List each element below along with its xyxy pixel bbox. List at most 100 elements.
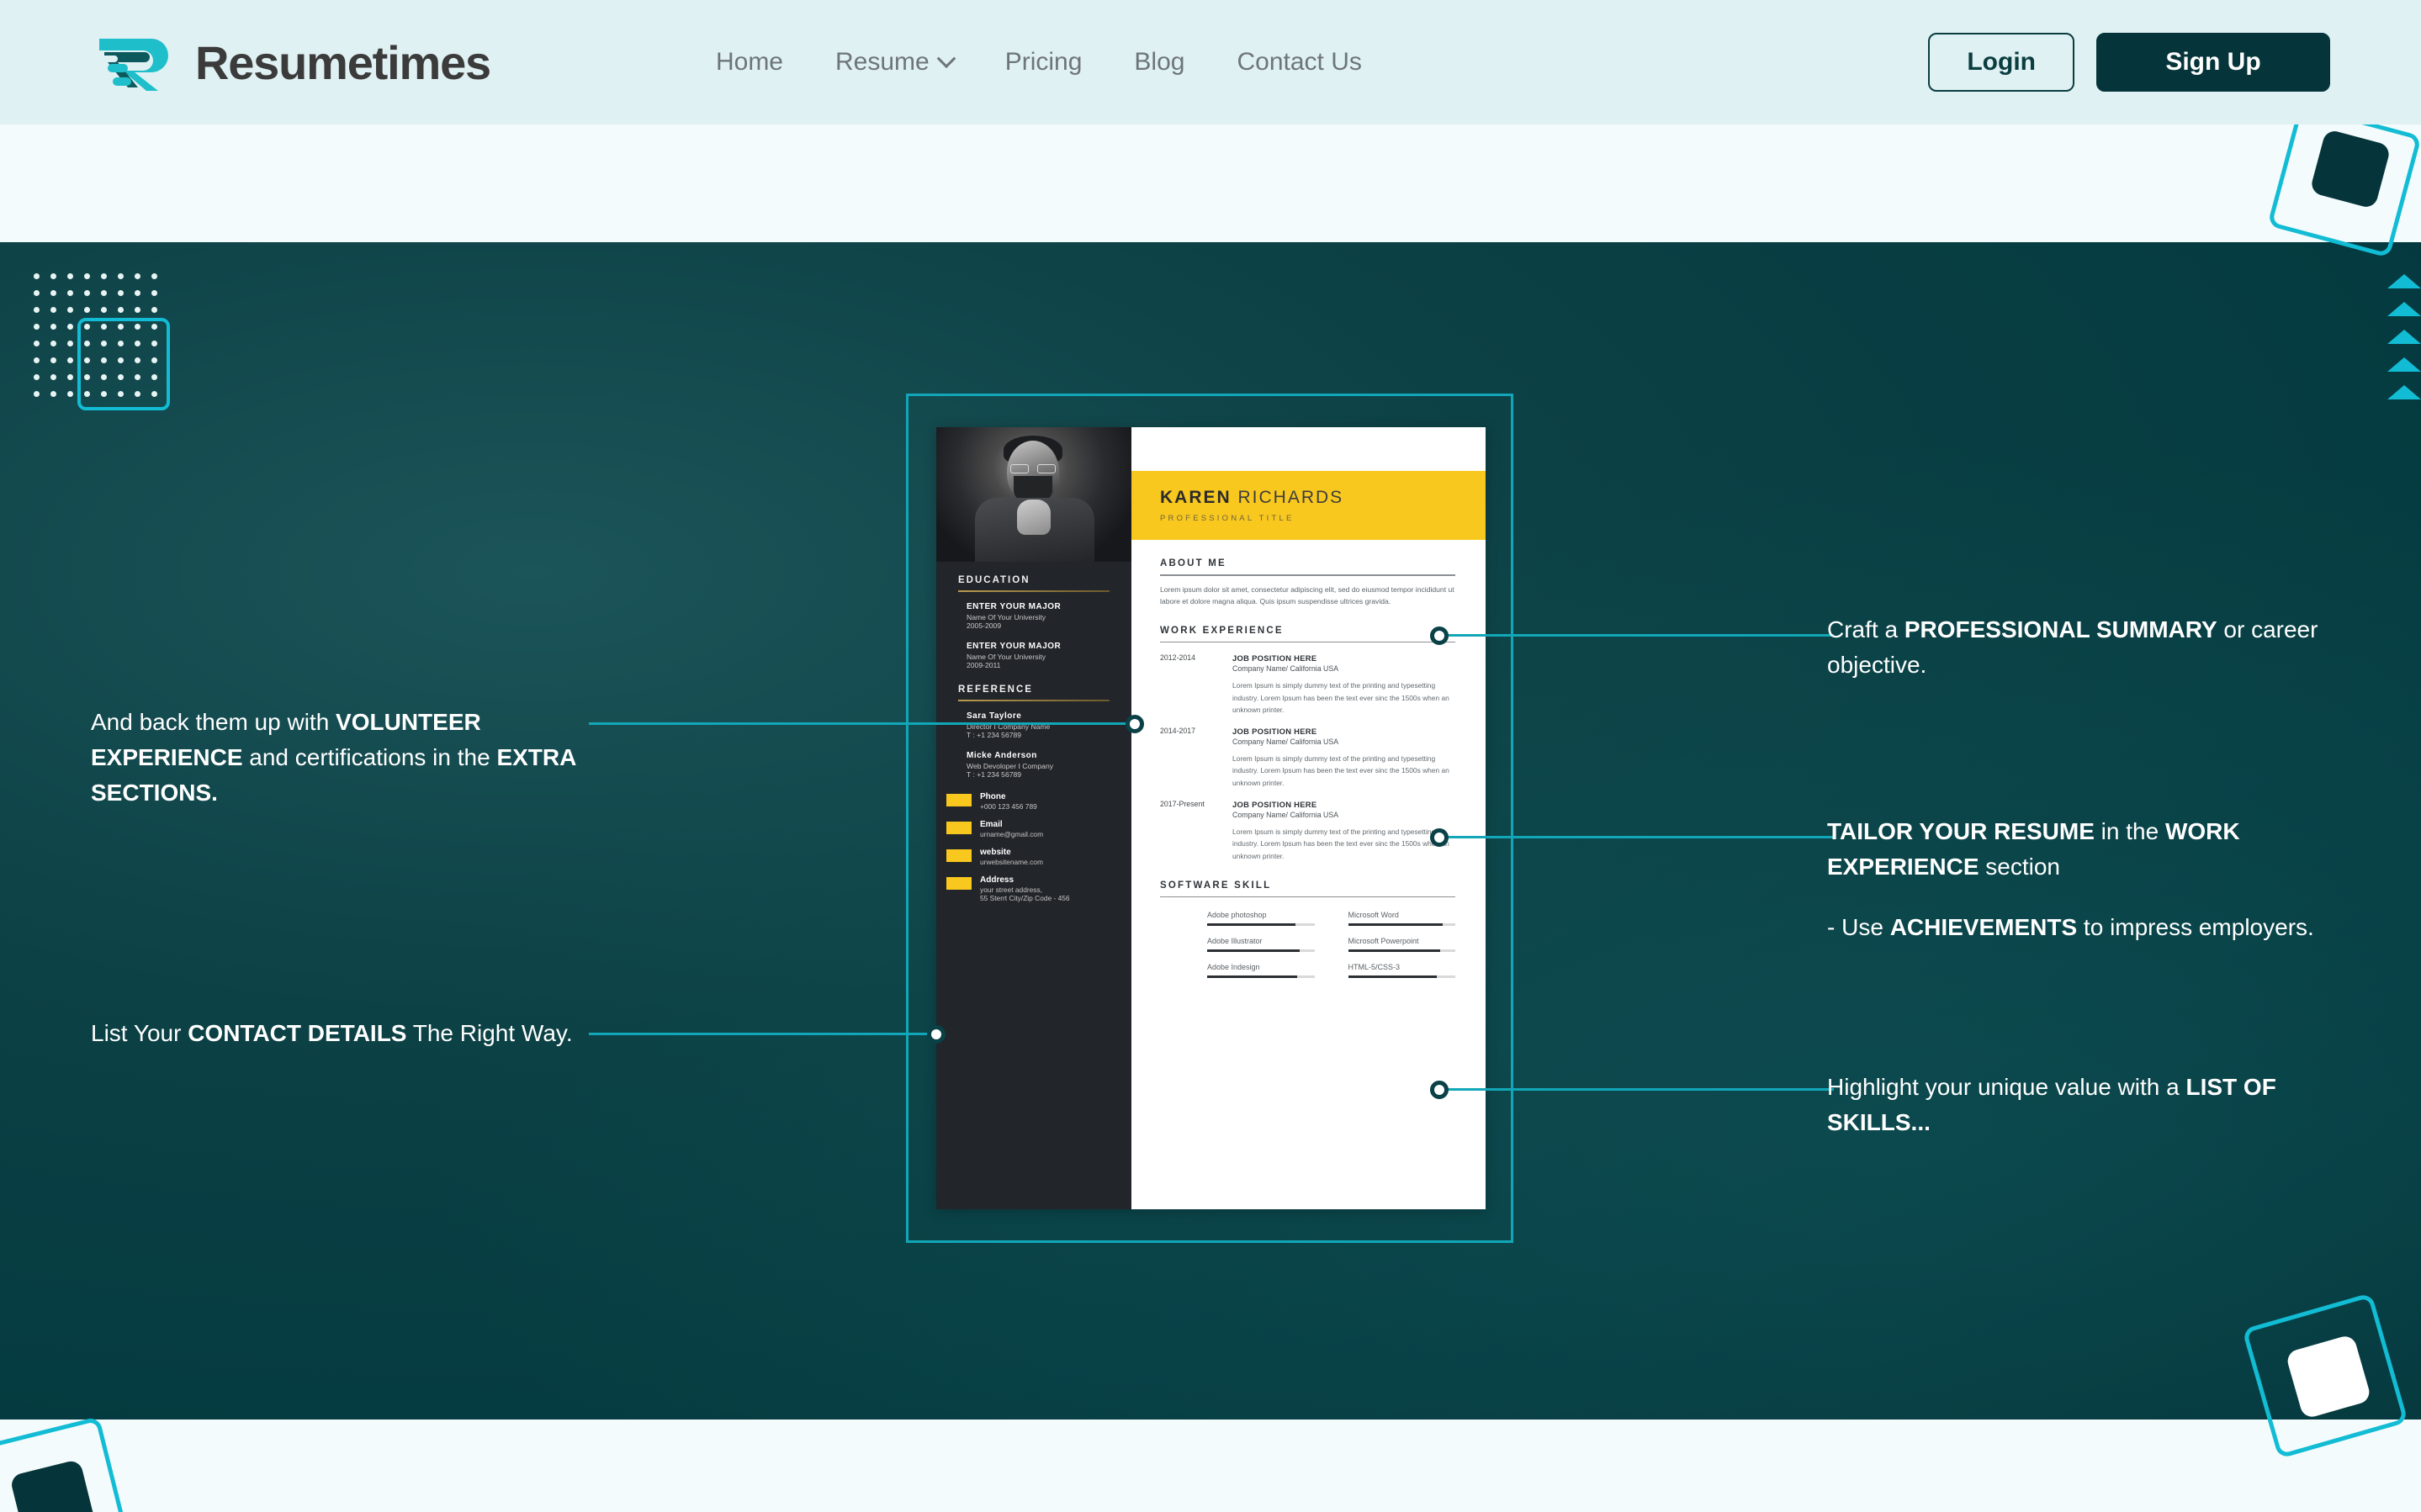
annotation-tailor-resume: TAILOR YOUR RESUME in the WORK EXPERIENC… <box>1827 814 2340 945</box>
nav-item-contact-us[interactable]: Contact Us <box>1237 48 1361 77</box>
work-experience-row: 2012-2014 JOB POSITION HERE Company Name… <box>1160 653 1455 716</box>
divider <box>1160 896 1455 898</box>
resume-professional-title: PROFESSIONAL TITLE <box>1160 514 1295 523</box>
annotation-text: And back them up with VOLUNTEER EXPERIEN… <box>91 709 576 806</box>
triangle-icon <box>2387 274 2421 288</box>
contact-list: Phone +000 123 456 789 Email urname@gmail.… <box>936 792 1131 902</box>
contact-row-email: Email urname@gmail.com <box>936 820 1131 838</box>
skill-bar <box>1348 923 1455 927</box>
resume-sidebar: EDUCATION ENTER YOUR MAJOR Name Of Your … <box>936 427 1131 1209</box>
education-entry: ENTER YOUR MAJOR Name Of Your University… <box>936 642 1131 669</box>
annotation-volunteer-experience: And back them up with VOLUNTEER EXPERIEN… <box>91 705 596 811</box>
skill-bar <box>1207 975 1315 979</box>
resumetimes-logo-icon <box>99 39 168 91</box>
site-header: Resumetimes Home Resume Pricing Blog Con… <box>0 0 2421 124</box>
page-footer-band <box>0 1419 2421 1512</box>
contact-value: urwebsitename.com <box>980 858 1043 866</box>
skill-bar <box>1348 949 1455 953</box>
contact-row-address: Address your street address, 55 Sterrt Ci… <box>936 875 1131 902</box>
contact-label: Phone <box>980 792 1006 801</box>
job-dates: 2017-Present <box>1160 800 1205 809</box>
skill-item: Adobe Illustrator <box>1207 937 1315 953</box>
nav-item-resume[interactable]: Resume <box>835 48 956 77</box>
nav-label: Blog <box>1134 48 1185 76</box>
resume-name: KAREN RICHARDS <box>1160 488 1486 508</box>
contact-row-website: website urwebsitename.com <box>936 848 1131 866</box>
resume-name-band: KAREN RICHARDS PROFESSIONAL TITLE <box>1131 471 1486 540</box>
triangle-icon <box>2387 330 2421 344</box>
annotation-text: TAILOR YOUR RESUME in the WORK EXPERIENC… <box>1827 818 2240 880</box>
connector-node <box>927 1025 946 1044</box>
education-major: ENTER YOUR MAJOR <box>967 602 1062 611</box>
contact-value: urname@gmail.com <box>980 830 1044 838</box>
annotation-text: Highlight your unique value with a LIST … <box>1827 1074 2276 1135</box>
logo[interactable]: Resumetimes <box>93 32 491 93</box>
work-experience-heading: WORK EXPERIENCE <box>1160 625 1284 636</box>
logo-text: Resumetimes <box>195 35 491 89</box>
resume-preview[interactable]: EDUCATION ENTER YOUR MAJOR Name Of Your … <box>936 427 1486 1209</box>
divider <box>958 590 1110 592</box>
nav-item-home[interactable]: Home <box>716 48 783 77</box>
skill-name: HTML-5/CSS-3 <box>1348 963 1401 972</box>
reference-heading: REFERENCE <box>958 685 1033 695</box>
contact-row-phone: Phone +000 123 456 789 <box>936 792 1131 811</box>
skill-item: Microsoft Powerpoint <box>1348 937 1455 953</box>
job-description: Lorem Ipsum is simply dummy text of the … <box>1232 681 1449 714</box>
education-major: ENTER YOUR MAJOR <box>967 642 1062 651</box>
triangle-icon <box>2387 302 2421 316</box>
skill-item: Adobe Indesign <box>1207 963 1315 979</box>
divider <box>1160 641 1455 643</box>
nav-label: Contact Us <box>1237 48 1362 76</box>
job-company: Company Name/ California USA <box>1232 737 1339 747</box>
connector-node <box>1430 1081 1449 1099</box>
reference-phone: T : +1 234 56789 <box>967 770 1022 779</box>
skill-item: HTML-5/CSS-3 <box>1348 963 1455 979</box>
skill-name: Microsoft Powerpoint <box>1348 937 1419 946</box>
nav-item-pricing[interactable]: Pricing <box>1005 48 1083 77</box>
skill-name: Adobe Illustrator <box>1207 937 1263 946</box>
resume-last-name: RICHARDS <box>1237 488 1344 507</box>
education-heading: EDUCATION <box>958 575 1030 585</box>
skill-column-left: Adobe photoshop Adobe Illustrator Adobe … <box>1207 911 1315 989</box>
header-underband <box>0 124 2421 242</box>
annotation-professional-summary: Craft a PROFESSIONAL SUMMARY or career o… <box>1827 612 2340 683</box>
about-me-heading: ABOUT ME <box>1160 558 1226 568</box>
connector-node <box>1430 626 1449 645</box>
skill-item: Adobe photoshop <box>1207 911 1315 927</box>
nav-label: Pricing <box>1004 48 1083 76</box>
education-years: 2005-2009 <box>967 621 1002 630</box>
skill-bar <box>1348 975 1455 979</box>
decor-square-bottom-right <box>2242 1293 2421 1477</box>
reference-name: Micke Anderson <box>967 751 1037 760</box>
education-school: Name Of Your University <box>967 613 1046 621</box>
login-button[interactable]: Login <box>1928 33 2074 92</box>
website-icon <box>946 849 972 862</box>
decor-square-bottom-left <box>0 1416 136 1512</box>
connector-node <box>1126 715 1144 733</box>
work-experience-row: 2017-Present JOB POSITION HERE Company N… <box>1160 800 1455 862</box>
decor-square-top-right <box>2267 103 2421 261</box>
skill-bar <box>1207 923 1315 927</box>
job-description: Lorem Ipsum is simply dummy text of the … <box>1232 827 1449 860</box>
annotation-text: - Use ACHIEVEMENTS to impress employers. <box>1827 914 2314 940</box>
nav-item-blog[interactable]: Blog <box>1134 48 1184 77</box>
contact-value: +000 123 456 789 <box>980 802 1037 811</box>
reference-entry: Micke Anderson Web Devoloper I Company T… <box>936 751 1131 779</box>
decor-dot-grid-square <box>77 318 170 410</box>
annotation-list-of-skills: Highlight your unique value with a LIST … <box>1827 1070 2340 1140</box>
connector-node <box>1430 828 1449 847</box>
skill-bar <box>1207 949 1315 953</box>
chevron-down-icon <box>936 49 956 69</box>
work-experience-section: WORK EXPERIENCE 2012-2014 JOB POSITION H… <box>1131 626 1486 862</box>
annotation-text: Craft a PROFESSIONAL SUMMARY or career o… <box>1827 616 2318 678</box>
signup-button[interactable]: Sign Up <box>2096 33 2330 92</box>
about-me-section: ABOUT ME Lorem ipsum dolor sit amet, con… <box>1131 558 1486 607</box>
job-position: JOB POSITION HERE <box>1232 653 1317 663</box>
contact-label: Email <box>980 820 1003 829</box>
annotation-text: List Your CONTACT DETAILS The Right Way. <box>91 1020 573 1046</box>
address-icon <box>946 877 972 890</box>
skill-name: Adobe photoshop <box>1207 911 1267 920</box>
divider <box>958 700 1110 701</box>
page-root: Resumetimes Home Resume Pricing Blog Con… <box>0 0 2421 1512</box>
reference-name: Sara Taylore <box>967 711 1022 721</box>
